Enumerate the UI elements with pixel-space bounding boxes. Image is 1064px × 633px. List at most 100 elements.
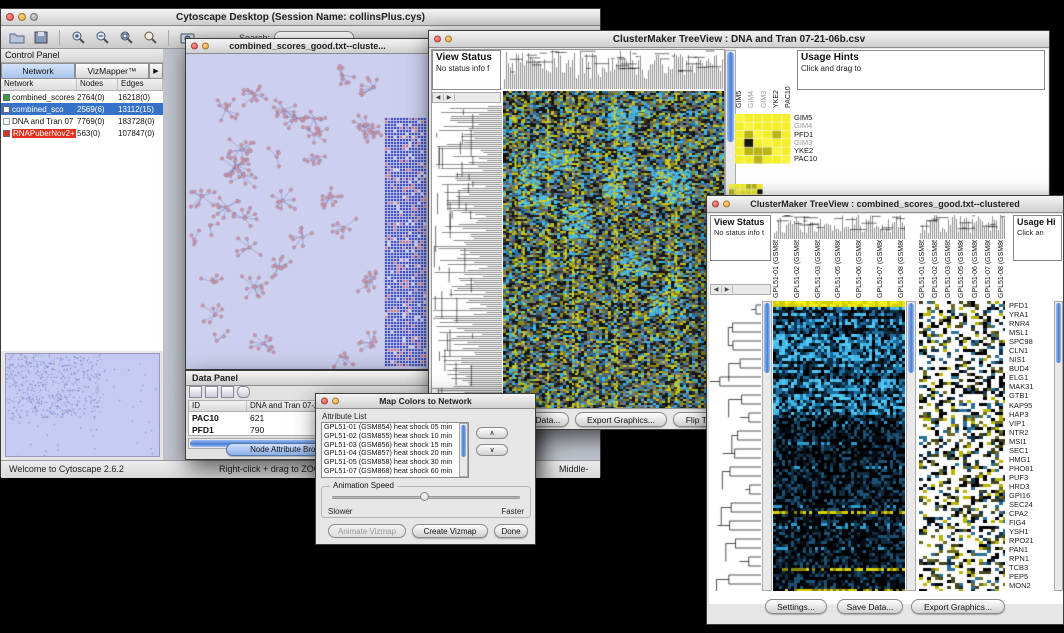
cytoscape-titlebar[interactable]: Cytoscape Desktop (Session Name: collins… xyxy=(1,9,600,26)
column-label[interactable]: GPL51-01 (GSM854 xyxy=(773,240,780,298)
genelist-vscrollbar[interactable] xyxy=(1054,301,1063,591)
scroll-right-icon[interactable]: ▶ xyxy=(722,286,733,293)
gene-label[interactable]: RPN1 xyxy=(1009,554,1053,563)
column-label[interactable]: GPL51-07 (GSM865 xyxy=(985,240,992,298)
create-vizmap-button[interactable]: Create Vizmap xyxy=(412,524,488,538)
gene-label[interactable]: PFD1 xyxy=(1009,301,1053,310)
scroll-thumb[interactable] xyxy=(908,303,914,373)
gene-label[interactable]: NTR2 xyxy=(1009,428,1053,437)
tab-overflow-icon[interactable]: ▶ xyxy=(149,63,163,79)
animate-vizmap-button[interactable]: Animate Vizmap xyxy=(328,524,406,538)
gene-label[interactable]: MAK31 xyxy=(1009,382,1053,391)
attribute-create-icon[interactable] xyxy=(205,386,218,398)
network-view-titlebar[interactable]: combined_scores_good.txt--cluste... xyxy=(186,39,429,54)
expression-heatmap[interactable] xyxy=(503,91,724,408)
gene-label[interactable]: GPI16 xyxy=(1009,491,1053,500)
gene-label[interactable]: BUD4 xyxy=(1009,364,1053,373)
move-up-button[interactable]: ∧ xyxy=(476,427,508,439)
column-label[interactable]: GPL51-03 (GSM856 xyxy=(945,240,952,298)
close-button[interactable] xyxy=(191,43,198,50)
dendro-hscrollbar[interactable]: ◀ ▶ xyxy=(432,92,501,103)
column-label[interactable]: GPL51-03 (GSM856 xyxy=(815,240,822,298)
attribute-list-item[interactable]: GPL51-05 (GSM858) heat shock 30 min xyxy=(322,458,468,467)
listbox-vscrollbar[interactable] xyxy=(459,423,468,477)
close-button[interactable] xyxy=(712,201,719,208)
column-id[interactable]: ID xyxy=(189,401,247,411)
row-dendrogram[interactable] xyxy=(710,301,761,591)
tab-network[interactable]: Network xyxy=(1,63,75,79)
column-label[interactable]: GPL51-07 (GSM865 xyxy=(877,240,884,298)
gene-label[interactable]: RPO21 xyxy=(1009,536,1053,545)
gene-label[interactable]: GTB1 xyxy=(1009,391,1053,400)
column-dendrogram[interactable] xyxy=(773,215,905,239)
gene-label[interactable]: SEC1 xyxy=(1009,446,1053,455)
column-label[interactable]: GPL51-01 (GSM854 xyxy=(919,240,926,298)
zoom-button[interactable] xyxy=(30,13,38,21)
minimize-button[interactable] xyxy=(332,398,339,405)
scroll-thumb[interactable] xyxy=(764,303,770,373)
gene-label[interactable]: RNR4 xyxy=(1009,319,1053,328)
close-button[interactable] xyxy=(321,398,328,405)
network-row[interactable]: RNAPuberNov2+ 563(0) 107847(0) xyxy=(1,127,163,139)
gene-label[interactable]: MSI1 xyxy=(1009,437,1053,446)
network-row[interactable]: combined_sco 2569(6) 13112(15) xyxy=(1,103,163,115)
gene-label[interactable]: CPA2 xyxy=(1009,509,1053,518)
settings-button[interactable]: Settings... xyxy=(765,599,827,614)
gene-label[interactable]: HRD3 xyxy=(1009,482,1053,491)
gene-label[interactable]: PAN1 xyxy=(1009,545,1053,554)
export-graphics-button[interactable]: Export Graphics... xyxy=(575,412,667,427)
attribute-select-icon[interactable] xyxy=(189,386,202,398)
row-dendrogram[interactable] xyxy=(432,105,502,408)
save-session-icon[interactable] xyxy=(31,29,51,47)
scroll-thumb[interactable] xyxy=(461,425,466,457)
tab-vizmapper[interactable]: VizMapper™ xyxy=(75,63,149,79)
close-button[interactable] xyxy=(434,36,441,43)
gene-label[interactable]: KAP95 xyxy=(1009,401,1053,410)
scroll-left-icon[interactable]: ◀ xyxy=(711,286,722,293)
column-label[interactable]: GPL51-08 (GSM867 xyxy=(898,240,905,298)
gene-label[interactable]: PAC10 xyxy=(794,155,828,163)
column-label[interactable]: GPL51-02 (GSM855 xyxy=(932,240,939,298)
gene-label[interactable]: YSH1 xyxy=(1009,527,1053,536)
treeview-combined-titlebar[interactable]: ClusterMaker TreeView : combined_scores_… xyxy=(707,196,1063,213)
dialog-titlebar[interactable]: Map Colors to Network xyxy=(316,394,535,409)
database-icon[interactable] xyxy=(237,386,250,398)
column-dendrogram[interactable] xyxy=(503,50,724,89)
matrix-column-label[interactable]: GIM3 xyxy=(761,50,768,108)
done-button[interactable]: Done xyxy=(494,524,528,538)
move-down-button[interactable]: ∨ xyxy=(476,444,508,456)
attribute-delete-icon[interactable] xyxy=(221,386,234,398)
open-session-icon[interactable] xyxy=(7,29,27,47)
correlation-matrix[interactable] xyxy=(735,114,791,164)
gene-label[interactable]: VIP1 xyxy=(1009,419,1053,428)
matrix-column-label[interactable]: GIM4 xyxy=(748,50,755,108)
dendro-hscrollbar[interactable]: ◀ ▶ xyxy=(710,284,771,295)
expression-heatmap[interactable] xyxy=(773,301,905,591)
column-label[interactable]: GPL51-02 (GSM855 xyxy=(794,240,801,298)
gene-label[interactable]: FIG4 xyxy=(1009,518,1053,527)
column-label[interactable]: GPL51-06 (GSM865 xyxy=(972,240,979,298)
gene-label[interactable]: ELG1 xyxy=(1009,373,1053,382)
column-edges[interactable]: Edges xyxy=(118,79,163,90)
scroll-left-icon[interactable]: ◀ xyxy=(433,94,444,101)
column-label[interactable]: GPL51-08 (GSM867 xyxy=(998,240,1005,298)
attribute-list-item[interactable]: GPL51-03 (GSM856) heat shock 15 min xyxy=(322,441,468,450)
scroll-thumb[interactable] xyxy=(727,52,734,142)
attribute-list-item[interactable]: GPL51-07 (GSM868) heat shock 60 min xyxy=(322,467,468,476)
minimize-button[interactable] xyxy=(202,43,209,50)
column-label[interactable]: GPL51-05 (GSM865 xyxy=(835,240,842,298)
network-graph-canvas[interactable] xyxy=(186,54,429,369)
scroll-right-icon[interactable]: ▶ xyxy=(444,94,455,101)
attribute-list-item[interactable]: GPL51-02 (GSM855) heat shock 10 min xyxy=(322,432,468,441)
save-data-button[interactable]: Save Data... xyxy=(837,599,903,614)
gene-label[interactable]: TCB3 xyxy=(1009,563,1053,572)
gene-label[interactable]: NIS1 xyxy=(1009,355,1053,364)
gene-label[interactable]: HMG1 xyxy=(1009,455,1053,464)
matrix-column-label[interactable]: GIM5 xyxy=(736,50,743,108)
column-network[interactable]: Network xyxy=(1,79,77,90)
gene-label[interactable]: HAP3 xyxy=(1009,410,1053,419)
gene-label[interactable]: PHO81 xyxy=(1009,464,1053,473)
scroll-thumb[interactable] xyxy=(1056,303,1061,363)
column-label[interactable]: GPL51-06 (GSM865 xyxy=(856,240,863,298)
gene-label[interactable]: YRA1 xyxy=(1009,310,1053,319)
